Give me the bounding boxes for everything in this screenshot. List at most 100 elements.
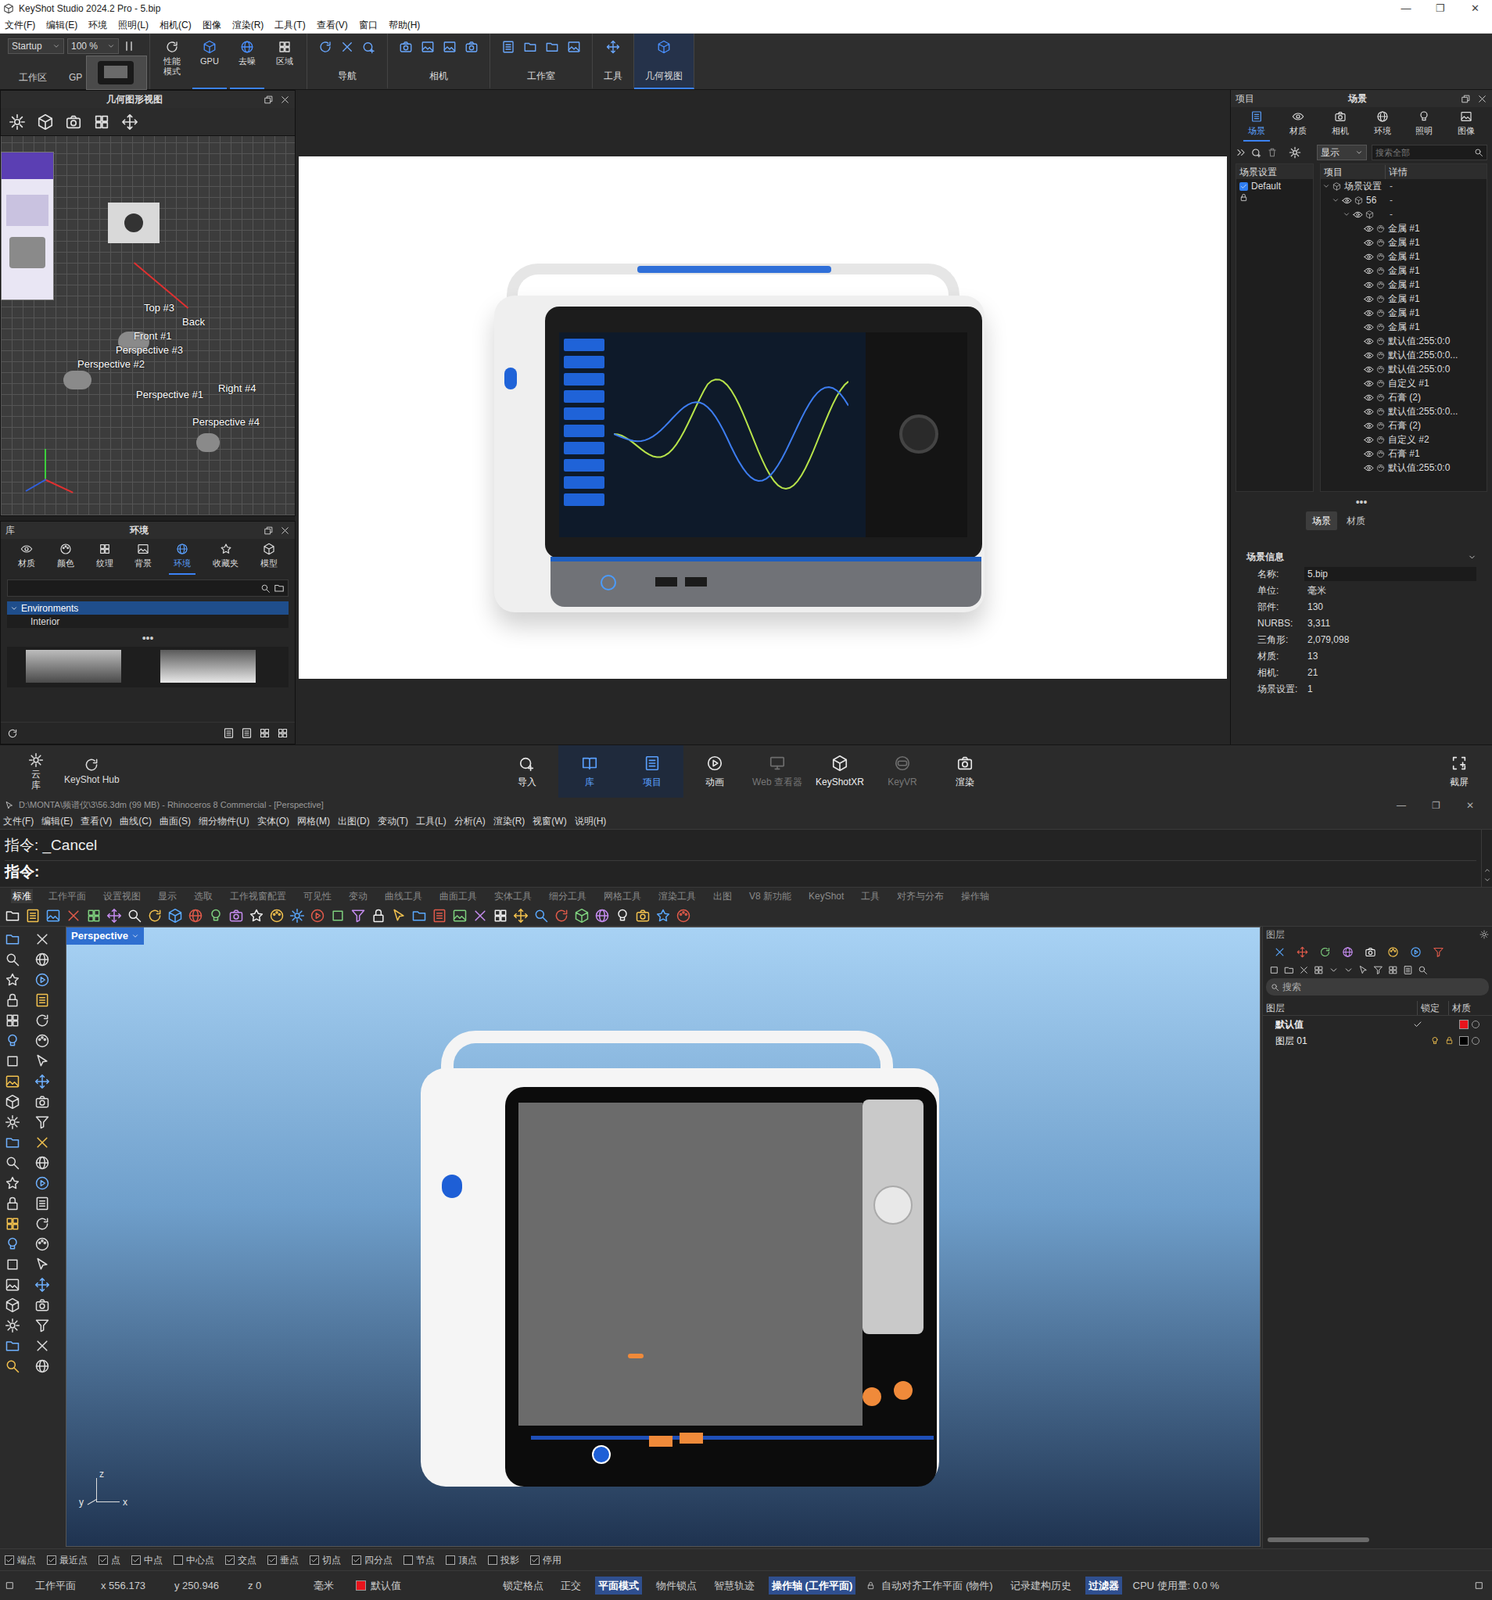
tool-icon[interactable] <box>309 907 326 924</box>
menu-item[interactable]: 曲线(C) <box>119 814 152 829</box>
ribbon-button[interactable]: 渲染 <box>933 745 997 798</box>
arrow-icon[interactable] <box>1358 964 1369 976</box>
toolbar-tab[interactable]: 变动 <box>347 889 370 904</box>
x-icon[interactable] <box>1298 964 1310 976</box>
tool-icon[interactable] <box>248 907 265 924</box>
panel-tab-icon[interactable] <box>1319 946 1331 958</box>
tree-row[interactable]: 默认值:255:0:0 <box>1320 362 1487 377</box>
tree-row[interactable]: 场景设置- <box>1320 179 1487 194</box>
panel-tab-icon[interactable] <box>1273 946 1286 958</box>
folder-icon[interactable] <box>1283 964 1295 976</box>
osnap-checkbox[interactable] <box>173 1555 183 1565</box>
tree-row[interactable]: 金属 #1 <box>1320 249 1487 264</box>
menu-item[interactable]: 编辑(E) <box>44 17 79 33</box>
importi-icon[interactable] <box>362 39 377 54</box>
expand-icon[interactable] <box>1342 210 1351 219</box>
workspace-dropdown[interactable]: Startup <box>7 38 65 54</box>
osnap-option[interactable]: 垂点 <box>267 1552 299 1568</box>
tool-icon[interactable] <box>512 907 529 924</box>
tool-icon[interactable] <box>4 1073 21 1090</box>
tool-icon[interactable] <box>65 907 82 924</box>
project-tab[interactable]: 相机 <box>1327 107 1354 142</box>
ribbon-button[interactable]: 项目 <box>620 745 684 798</box>
bottom-tab[interactable]: 场景 <box>1305 511 1338 531</box>
move-icon[interactable] <box>121 113 139 131</box>
window-button[interactable]: — <box>1384 798 1419 813</box>
tool-icon[interactable] <box>4 951 21 968</box>
panel-tab-icon[interactable] <box>1341 946 1354 958</box>
tool-icon[interactable] <box>34 1256 51 1273</box>
menu-item[interactable]: 文件(F) <box>3 17 37 33</box>
tree-row[interactable]: Interior <box>7 614 289 628</box>
tree-row[interactable]: 默认值:255:0:0 <box>1320 333 1487 348</box>
tool-icon[interactable] <box>350 907 366 924</box>
toolbar-tab[interactable]: 标准 <box>10 889 33 904</box>
menu-item[interactable]: 分析(A) <box>454 814 486 829</box>
menu-item[interactable]: 帮助(H) <box>387 17 423 33</box>
camera-icon[interactable] <box>64 113 83 131</box>
tree-row[interactable]: 金属 #1 <box>1320 291 1487 306</box>
scroll-up-icon[interactable] <box>1483 866 1492 875</box>
osnap-option[interactable]: 四分点 <box>351 1552 393 1568</box>
layer-color[interactable] <box>1459 1019 1469 1030</box>
chevron-icon[interactable] <box>1467 552 1477 562</box>
status-toggle[interactable]: 自动对齐工作平面 (物件) <box>878 1576 996 1596</box>
osnap-option[interactable]: 中心点 <box>173 1552 215 1568</box>
status-toggle[interactable]: 智慧轨迹 <box>710 1576 758 1596</box>
mode-toggle[interactable]: 去噪 <box>229 33 265 90</box>
menu-item[interactable]: 查看(V) <box>80 814 112 829</box>
tool-icon[interactable] <box>594 907 610 924</box>
tool-icon[interactable] <box>34 1297 51 1313</box>
tree-row[interactable]: - <box>1320 207 1487 222</box>
tool-icon[interactable] <box>34 971 51 988</box>
environment-thumbnail[interactable] <box>25 649 122 683</box>
library-tab[interactable]: 颜色 <box>52 538 79 575</box>
tool-icon[interactable] <box>4 1134 21 1151</box>
tool-icon[interactable] <box>147 907 163 924</box>
project-tab[interactable]: 场景 <box>1243 107 1270 142</box>
tool-icon[interactable] <box>329 907 346 924</box>
status-layer[interactable]: 默认值 <box>355 1578 489 1594</box>
float-icon[interactable] <box>1460 93 1471 105</box>
list-icon[interactable] <box>1402 964 1414 976</box>
toolbar-tab[interactable]: 曲面工具 <box>437 889 479 904</box>
toolbar-tab[interactable]: 显示 <box>156 889 179 904</box>
tool-icon[interactable] <box>4 1053 21 1069</box>
toolbar-tab[interactable]: 实体工具 <box>492 889 534 904</box>
toolbar-tab[interactable]: 网格工具 <box>602 889 643 904</box>
list-view-icon[interactable] <box>222 727 235 739</box>
tool-icon[interactable] <box>4 1358 21 1374</box>
menu-item[interactable]: 曲面(S) <box>159 814 191 829</box>
tool-icon[interactable] <box>533 907 549 924</box>
toolbar-group[interactable]: 相机 <box>387 33 491 90</box>
library-tab[interactable]: 材质 <box>13 538 40 575</box>
osnap-checkbox[interactable] <box>351 1555 362 1565</box>
osnap-checkbox[interactable] <box>4 1555 15 1565</box>
grid-view-icon[interactable] <box>258 727 271 739</box>
menu-item[interactable]: 窗口 <box>357 17 380 33</box>
lock-icon[interactable] <box>1239 193 1249 202</box>
tool-icon[interactable] <box>34 1073 51 1090</box>
list-view-icon[interactable] <box>240 727 253 739</box>
settings-icon[interactable] <box>1288 146 1302 159</box>
tool-icon[interactable] <box>208 907 224 924</box>
osnap-checkbox[interactable] <box>403 1555 413 1565</box>
tool-icon[interactable] <box>431 907 448 924</box>
window-button[interactable]: — <box>1388 0 1424 17</box>
osnap-option[interactable]: 交点 <box>225 1552 257 1568</box>
eye-icon[interactable] <box>1363 378 1374 389</box>
horizontal-scrollbar[interactable] <box>1267 1537 1370 1543</box>
tool-icon[interactable] <box>655 907 671 924</box>
camera-label[interactable]: Top #3 <box>143 300 175 316</box>
toolbar-tab[interactable]: 对齐与分布 <box>895 889 946 904</box>
tree-row[interactable]: 金属 #1 <box>1320 305 1487 320</box>
osnap-option[interactable]: 顶点 <box>445 1552 478 1568</box>
scene-set-row[interactable]: Default <box>1236 179 1313 194</box>
project-tab[interactable]: 材质 <box>1284 107 1312 142</box>
window-button[interactable]: ❐ <box>1418 798 1453 813</box>
library-tab[interactable]: 背景 <box>129 538 157 575</box>
tool-icon[interactable] <box>492 907 509 924</box>
tool-icon[interactable] <box>4 992 21 1008</box>
menu-item[interactable]: 工具(L) <box>416 814 447 829</box>
status-toggle[interactable]: 物件锁点 <box>652 1576 700 1596</box>
